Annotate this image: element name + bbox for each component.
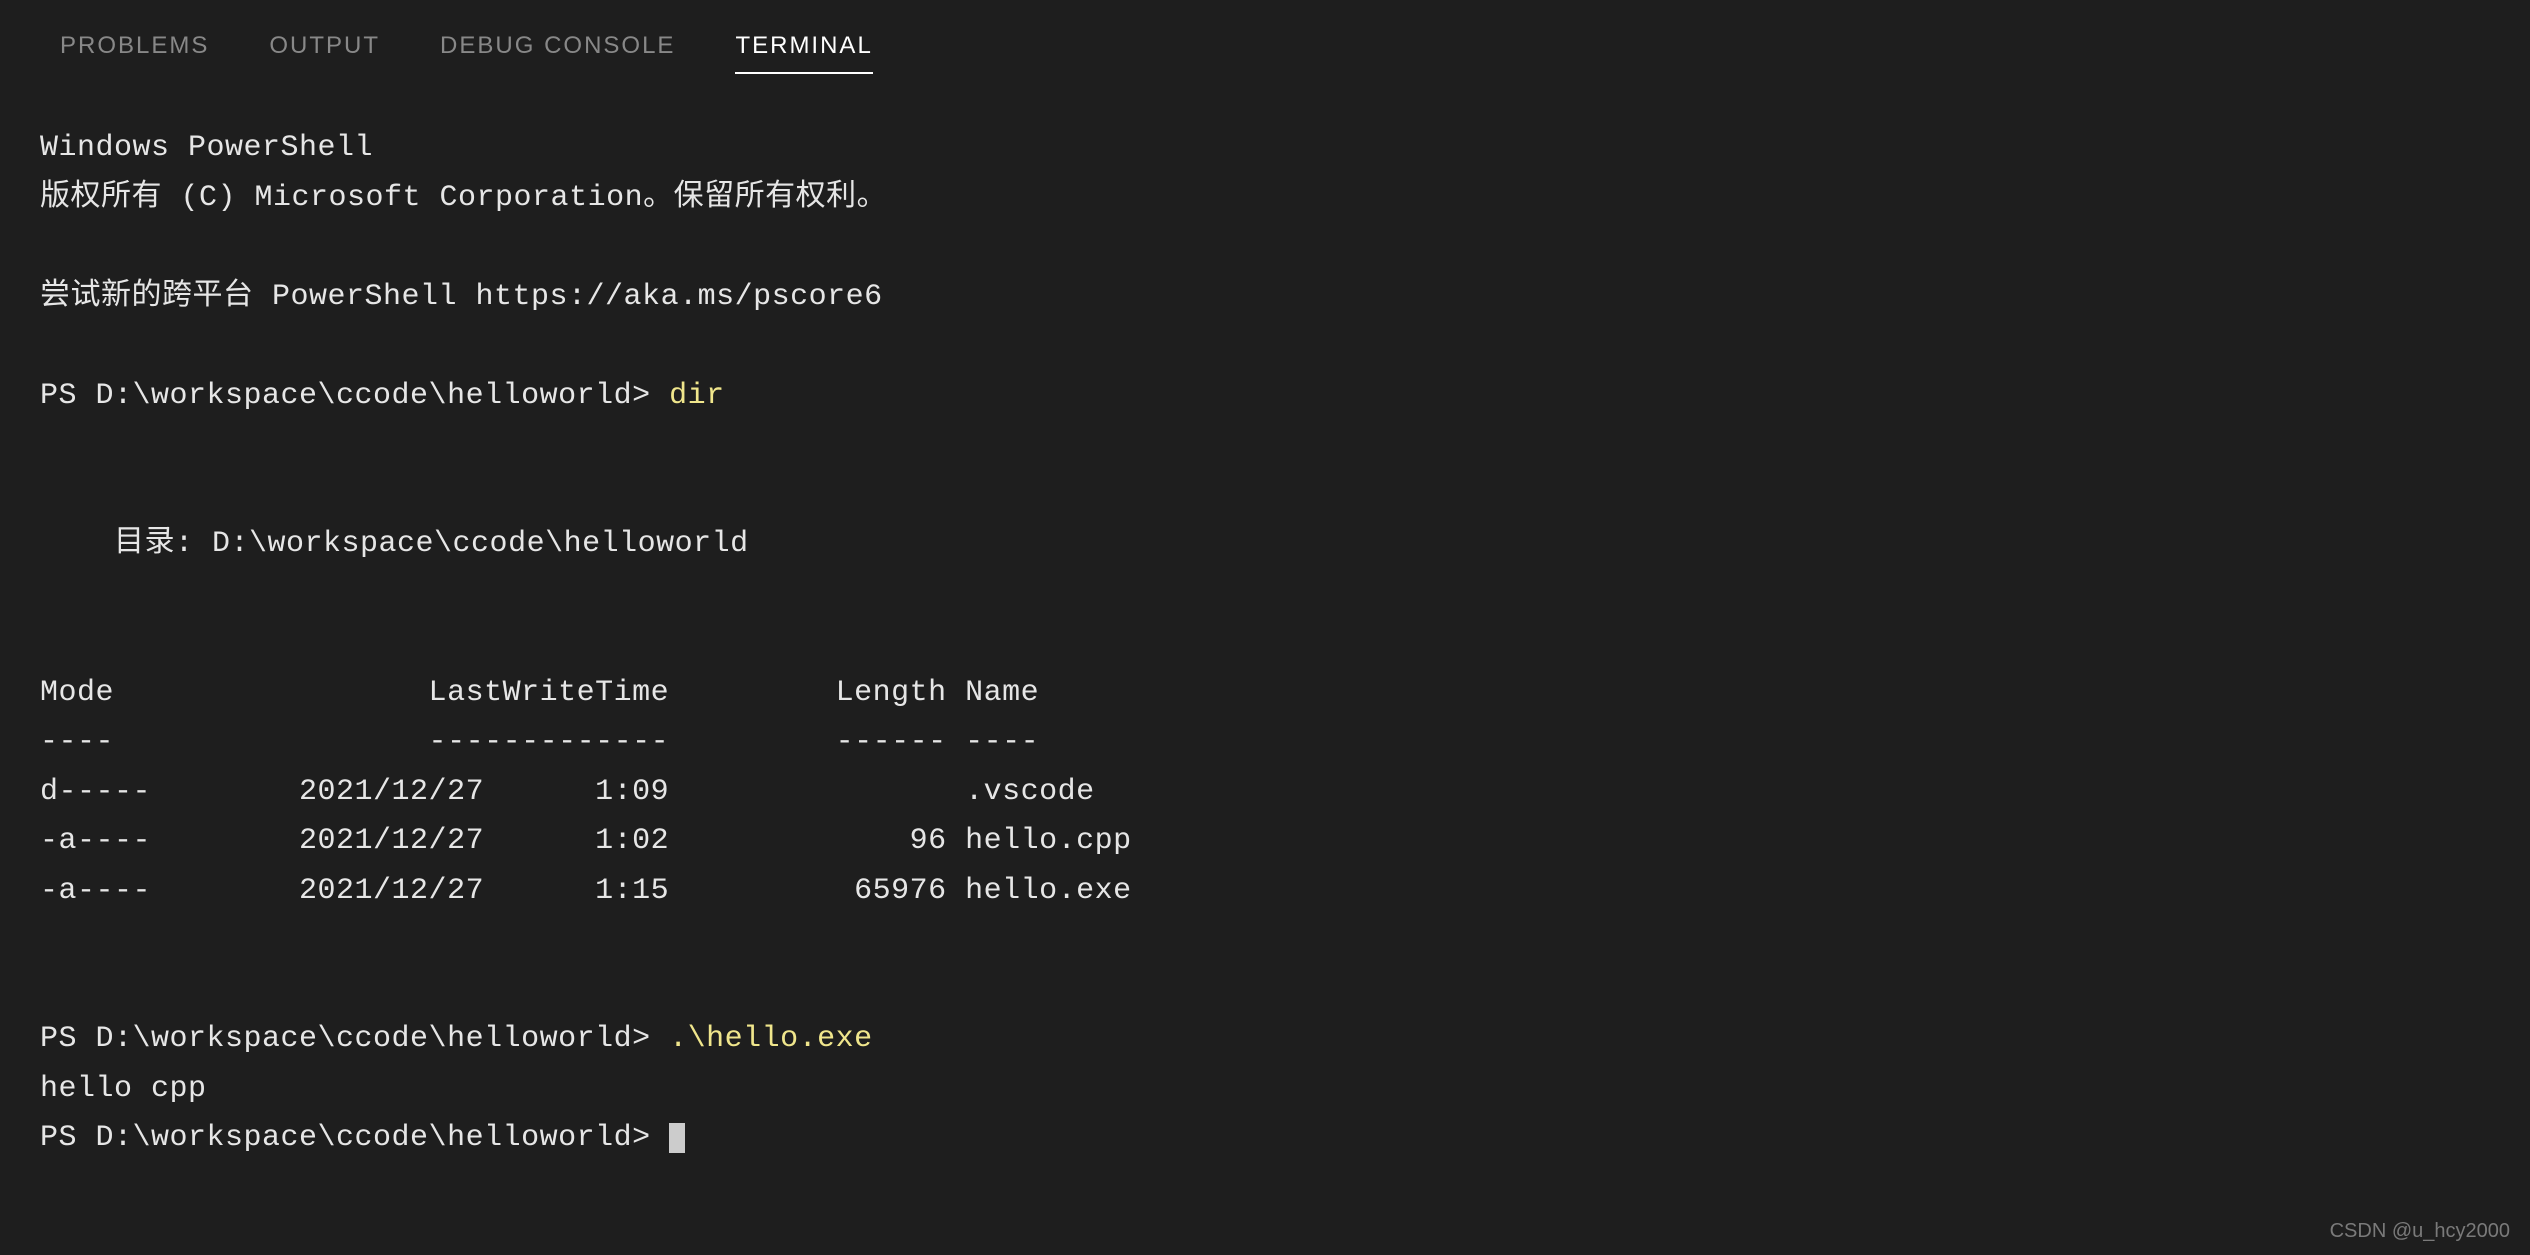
- watermark: CSDN @u_hcy2000: [2330, 1220, 2510, 1243]
- terminal-table-row: -a---- 2021/12/27 1:02 96 hello.cpp: [40, 824, 1132, 858]
- terminal-command: .\hello.exe: [669, 1022, 873, 1056]
- terminal-prompt: PS D:\workspace\ccode\helloworld>: [40, 1022, 669, 1056]
- terminal-table-row: d----- 2021/12/27 1:09 .vscode: [40, 775, 1095, 809]
- tab-terminal[interactable]: TERMINAL: [735, 20, 872, 74]
- tab-problems[interactable]: PROBLEMS: [60, 20, 209, 72]
- terminal-table-header: Mode LastWriteTime Length Name: [40, 676, 1039, 710]
- terminal-prompt: PS D:\workspace\ccode\helloworld>: [40, 1121, 669, 1155]
- tab-debug-console[interactable]: DEBUG CONSOLE: [440, 20, 675, 72]
- terminal-table-divider: ---- ------------- ------ ----: [40, 725, 1039, 759]
- terminal-command: dir: [669, 379, 725, 413]
- terminal-line: 尝试新的跨平台 PowerShell https://aka.ms/pscore…: [40, 280, 883, 314]
- terminal-content[interactable]: Windows PowerShell 版权所有 (C) Microsoft Co…: [0, 74, 2530, 1164]
- terminal-prompt: PS D:\workspace\ccode\helloworld>: [40, 379, 669, 413]
- terminal-cursor: [669, 1123, 685, 1153]
- tab-output[interactable]: OUTPUT: [269, 20, 380, 72]
- panel-tabs: PROBLEMS OUTPUT DEBUG CONSOLE TERMINAL: [0, 0, 2530, 74]
- terminal-output: hello cpp: [40, 1072, 207, 1106]
- terminal-line: 目录: D:\workspace\ccode\helloworld: [40, 527, 749, 561]
- terminal-line: Windows PowerShell: [40, 131, 373, 165]
- terminal-table-row: -a---- 2021/12/27 1:15 65976 hello.exe: [40, 874, 1132, 908]
- terminal-line: 版权所有 (C) Microsoft Corporation。保留所有权利。: [40, 181, 887, 215]
